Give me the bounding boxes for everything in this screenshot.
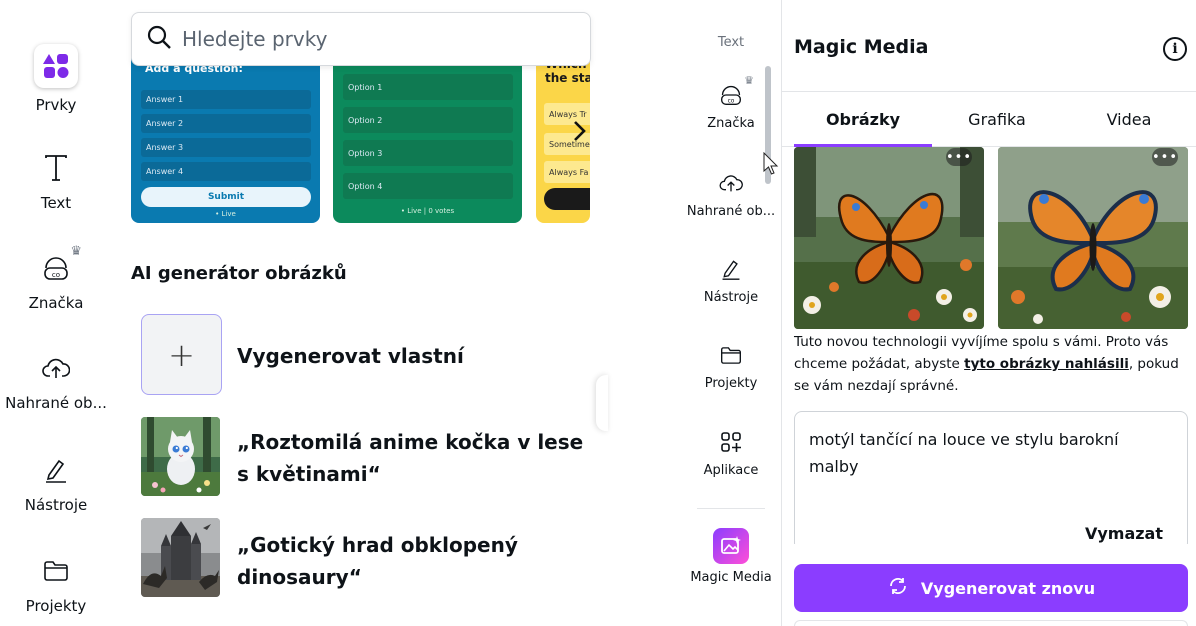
template-option: Answer 3 [141,138,311,157]
magic-media-icon [713,528,749,564]
sidebar-item-projekty[interactable]: Projekty [681,340,781,391]
mouse-cursor-icon [763,151,779,180]
section-title-ai-generator: AI generátor obrázků [131,263,347,284]
suggestion-thumbnail-cat[interactable] [141,417,220,496]
search-icon [146,24,172,54]
brand-icon: co ♛ [716,74,754,110]
refresh-icon [887,576,909,601]
template-option: Answer 2 [141,114,311,133]
sidebar-item-text[interactable]: Text [681,35,781,50]
template-option: Answer 1 [141,90,311,109]
template-submit: Submit [141,187,311,207]
upload-cloud-icon [716,168,746,198]
generated-image-2[interactable] [998,147,1188,329]
generate-own-tile[interactable]: + [141,314,222,395]
search-input[interactable] [182,27,562,51]
sidebar-item-label: Nástroje [24,496,88,514]
template-live: • Live [215,210,236,218]
template-button [544,188,590,210]
upload-cloud-icon [38,350,74,386]
panel-divider [781,0,782,626]
template-title: the stat [545,71,590,85]
next-section-edge [794,620,1188,626]
panel-title: Magic Media [794,36,929,58]
tab-grafika[interactable]: Grafika [932,110,1062,129]
template-option: Option 3 [343,140,513,166]
suggestion-label[interactable]: „Gotický hrad obklopený [237,529,518,561]
sidebar-divider [697,508,765,509]
brand-icon: co ♛ [38,244,82,286]
tools-icon [716,254,746,284]
left-sidebar: Prvky Text co ♛ Značka Nahrané ob... Nás… [0,0,112,626]
generate-own-label[interactable]: Vygenerovat vlastní [237,340,464,372]
svg-text:co: co [728,99,735,105]
sidebar-item-label: Značka [707,116,755,131]
generated-image-1[interactable] [794,147,984,329]
sidebar-item-label: Text [717,35,745,50]
tab-obrazky[interactable]: Obrázky [794,110,932,129]
sidebar-item-nastroje[interactable]: Nástroje [0,452,112,514]
crown-icon: ♛ [70,244,82,259]
text-icon [38,150,74,186]
crown-icon: ♛ [744,74,754,87]
sidebar-item-label: Značka [28,294,84,312]
report-images-link[interactable]: tyto obrázky nahlásili [964,356,1129,372]
sidebar-item-label: Nástroje [703,290,759,305]
more-options-button[interactable]: ••• [1152,148,1178,166]
regenerate-button[interactable]: Vygenerovat znovu [794,564,1188,612]
suggestion-label[interactable]: dinosaury“ [237,561,362,593]
sidebar-item-label: Projekty [25,597,87,615]
chevron-right-icon[interactable] [572,120,586,148]
elements-icon [34,44,78,88]
sidebar-item-label: Projekty [704,376,758,391]
prompt-overflow-cover [782,544,1196,560]
clear-button[interactable]: Vymazat [1085,524,1163,543]
sidebar-item-nastroje[interactable]: Nástroje [681,254,781,305]
suggestion-label[interactable]: s květinami“ [237,458,381,490]
plus-icon: + [168,335,195,374]
more-options-button[interactable]: ••• [946,148,972,166]
tools-icon [38,452,74,488]
sidebar-item-projekty[interactable]: Projekty [0,553,112,615]
svg-text:co: co [52,271,60,279]
tab-videa[interactable]: Videa [1062,110,1196,129]
template-option: Option 4 [343,173,513,199]
search-bar[interactable] [131,12,591,66]
disclaimer-text: Tuto novou technologii vyvíjíme spolu s … [794,331,1190,397]
header-divider [782,91,1196,92]
suggestion-thumbnail-castle[interactable] [141,518,220,597]
panel-collapse-handle[interactable] [596,375,608,431]
apps-icon [716,427,746,457]
folder-icon [38,553,74,589]
sidebar-item-label: Nahrané ob... [686,204,776,219]
regenerate-label: Vygenerovat znovu [920,578,1096,598]
folder-icon [716,340,746,370]
sidebar-item-prvky[interactable]: Prvky [0,44,112,114]
template-option: Answer 4 [141,162,311,181]
template-option: Always Fa [544,161,590,183]
sidebar-item-text[interactable]: Text [0,150,112,212]
sidebar-item-uploads[interactable]: Nahrané ob... [0,350,112,412]
sidebar-item-label: Aplikace [703,463,759,478]
template-option: Option 1 [343,74,513,100]
suggestion-label[interactable]: „Roztomilá anime kočka v lese [237,426,583,458]
sidebar-item-label: Prvky [35,96,77,114]
template-live: • Live | 0 votes [400,207,455,215]
prompt-textarea[interactable]: motýl tančící na louce ve stylu barokní … [794,411,1188,551]
sidebar-item-magic-media[interactable]: Magic Media [681,528,781,585]
template-option: Option 2 [343,107,513,133]
sidebar-item-znacka[interactable]: co ♛ Značka [0,244,112,312]
sidebar-item-label: Text [40,194,72,212]
sidebar-item-label: Magic Media [690,570,772,585]
sidebar-item-label: Nahrané ob... [5,394,107,412]
info-icon[interactable]: i [1163,37,1187,61]
sidebar-item-aplikace[interactable]: Aplikace [681,427,781,478]
prompt-text[interactable]: motýl tančící na louce ve stylu barokní … [809,426,1169,480]
